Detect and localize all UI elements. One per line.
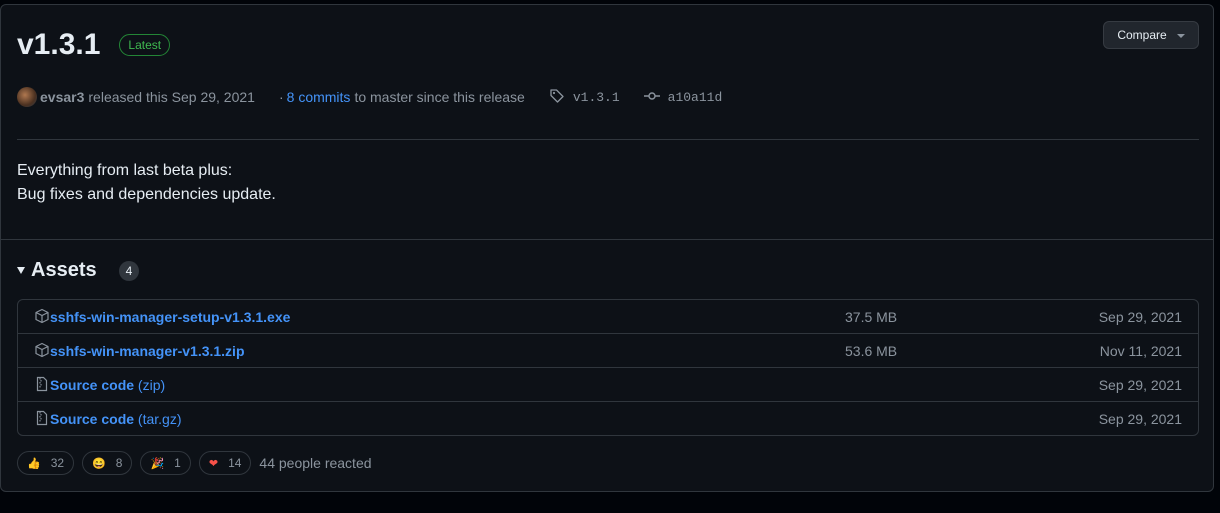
commits-link[interactable]: 8 commits — [287, 89, 351, 105]
title-row: v1.3.1 Latest — [17, 27, 171, 63]
triangle-down-icon — [17, 267, 25, 274]
file-zip-icon — [34, 376, 50, 395]
commits-prefix: · — [278, 89, 284, 105]
reaction-hooray[interactable]: 🎉 1 — [140, 451, 191, 475]
file-zip-icon — [34, 410, 50, 429]
released-text: released this Sep 29, 2021 — [88, 89, 255, 105]
chevron-down-icon — [1176, 34, 1185, 38]
compare-button[interactable]: Compare — [1103, 21, 1199, 49]
reaction-count: 32 — [50, 456, 65, 470]
heart-icon: ❤ — [208, 457, 219, 470]
tag-link[interactable]: v1.3.1 — [573, 90, 620, 105]
asset-format: (zip) — [137, 376, 166, 393]
asset-row: sshfs-win-manager-setup-v1.3.1.exe 37.5 … — [18, 300, 1198, 333]
asset-name: sshfs-win-manager-setup-v1.3.1.exe — [50, 308, 291, 325]
thumbs-up-icon: 👍 — [27, 457, 41, 470]
asset-name: sshfs-win-manager-v1.3.1.zip — [50, 342, 245, 359]
asset-row: sshfs-win-manager-v1.3.1.zip 53.6 MB Nov… — [18, 333, 1198, 367]
package-icon — [34, 308, 50, 327]
avatar[interactable] — [17, 87, 37, 107]
commits-suffix: to master since this release — [354, 89, 525, 105]
tag-icon — [549, 88, 565, 107]
divider — [17, 139, 1199, 140]
asset-name: Source code — [50, 410, 135, 427]
release-card: v1.3.1 Latest Compare evsar3 released th… — [0, 4, 1214, 492]
author-link[interactable]: evsar3 — [40, 89, 84, 105]
laugh-icon: 😄 — [92, 457, 106, 470]
asset-date: Sep 29, 2021 — [1098, 376, 1182, 393]
assets-title: Assets — [31, 259, 97, 281]
asset-link[interactable]: sshfs-win-manager-v1.3.1.zip — [50, 343, 245, 359]
reaction-laugh[interactable]: 😄 8 — [82, 451, 133, 475]
release-title[interactable]: v1.3.1 — [17, 27, 100, 63]
assets-count: 4 — [118, 260, 140, 281]
reactions-summary[interactable]: 44 people reacted — [259, 455, 371, 471]
asset-format: (tar.gz) — [137, 410, 182, 427]
compare-label: Compare — [1117, 28, 1167, 42]
reaction-count: 1 — [174, 456, 181, 470]
asset-link[interactable]: Source code (zip) — [50, 377, 165, 393]
release-header: v1.3.1 Latest Compare evsar3 released th… — [1, 5, 1213, 240]
asset-row: Source code (tar.gz) Sep 29, 2021 — [18, 401, 1198, 435]
asset-date: Nov 11, 2021 — [1099, 342, 1182, 359]
release-notes: Everything from last beta plus: Bug fixe… — [17, 159, 276, 207]
reaction-count: 8 — [115, 456, 123, 470]
package-icon — [34, 342, 50, 361]
release-notes-line: Everything from last beta plus: — [17, 162, 233, 179]
assets-list: sshfs-win-manager-setup-v1.3.1.exe 37.5 … — [17, 299, 1199, 436]
latest-badge: Latest — [119, 34, 171, 56]
asset-date: Sep 29, 2021 — [1098, 308, 1182, 325]
asset-link[interactable]: Source code (tar.gz) — [50, 411, 182, 427]
reaction-thumbs-up[interactable]: 👍 32 — [17, 451, 75, 475]
asset-size: 53.6 MB — [845, 342, 898, 359]
asset-size: 37.5 MB — [845, 308, 898, 325]
tada-icon: 🎉 — [150, 457, 165, 470]
git-commit-icon — [643, 88, 660, 107]
reaction-heart[interactable]: ❤ 14 — [198, 451, 252, 475]
assets-toggle[interactable]: Assets 4 — [17, 259, 140, 282]
commit-sha-link[interactable]: a10a11d — [668, 90, 723, 105]
reaction-count: 14 — [228, 456, 242, 470]
reactions-bar: 👍 32 😄 8 🎉 1 ❤ 14 44 people reacted — [17, 451, 372, 475]
release-notes-line: Bug fixes and dependencies update. — [17, 186, 276, 203]
asset-row: Source code (zip) Sep 29, 2021 — [18, 367, 1198, 401]
asset-name: Source code — [50, 376, 135, 393]
asset-date: Sep 29, 2021 — [1098, 410, 1182, 427]
release-meta: evsar3 released this Sep 29, 2021 · 8 co… — [17, 87, 722, 107]
asset-link[interactable]: sshfs-win-manager-setup-v1.3.1.exe — [50, 309, 290, 325]
